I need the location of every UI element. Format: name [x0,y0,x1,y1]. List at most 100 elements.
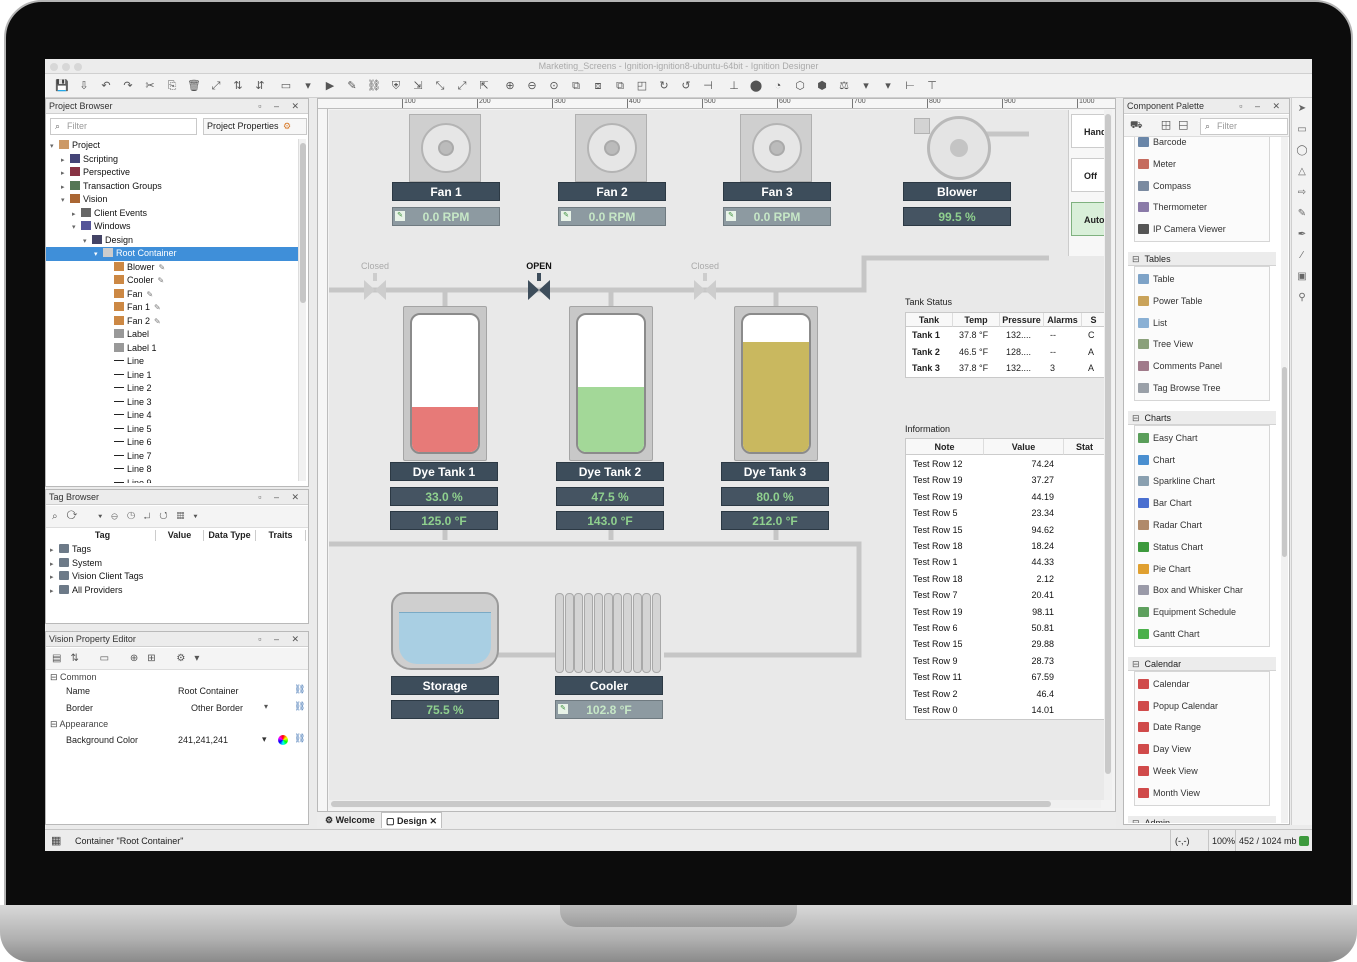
zoom-in-icon[interactable]: ⊕ [503,79,517,93]
palette-item[interactable]: Sparkline Chart [1138,470,1278,492]
tree-item[interactable]: Fan 1 ✎ [46,301,300,315]
panel-controls-icon[interactable]: ▫ – ✕ [258,632,304,647]
information-row[interactable]: Test Row 5 23.34 [906,505,1104,521]
border-property-value[interactable]: Other Border [191,703,243,713]
tree-item[interactable]: Line [46,355,300,369]
tree-scrollbar[interactable] [298,139,306,481]
expand-arrow-icon[interactable]: ▾ [50,140,59,154]
group-icon[interactable]: ⧉ [569,79,583,93]
appearance-section[interactable]: ⊟ Appearance [50,719,108,730]
edit-icon[interactable]: ✎ [561,211,571,221]
tree-item[interactable]: ▾ Root Container [46,247,300,261]
collapse-icon[interactable]: ⊟ [1132,254,1140,264]
information-row[interactable]: Test Row 6 50.81 [906,620,1104,636]
information-column-header[interactable]: Note [906,439,984,455]
eyedropper-icon[interactable]: ⚲ [1292,287,1312,308]
blower-icon[interactable] [927,116,991,180]
layer-icon[interactable]: ⧉ [613,79,627,93]
tag-column-header[interactable]: Tag [50,530,156,541]
palette-item[interactable]: Status Chart [1138,536,1278,558]
tag-folder[interactable]: ▸ All Providers [50,584,123,598]
palette-item[interactable]: Week View [1138,760,1278,782]
valve-icon[interactable] [694,280,705,300]
tree-item[interactable]: ▸ Client Events [46,207,300,221]
close-window-icon[interactable] [50,63,58,71]
information-row[interactable]: Test Row 12 74.24 [906,456,1104,472]
fan-housing[interactable] [740,114,812,182]
information-row[interactable]: Test Row 7 20.41 [906,587,1104,603]
information-row[interactable]: Test Row 9 28.73 [906,653,1104,669]
expand-arrow-icon[interactable]: ▸ [50,571,59,585]
zoom-level[interactable]: 100% [1208,830,1235,851]
information-row[interactable]: Test Row 1 44.33 [906,554,1104,570]
palette-item[interactable]: List [1138,312,1278,334]
tag-browser-toolbar[interactable]: ⌕⟳ ▾⊖◷↵↺▦▾ [46,506,308,528]
information-row[interactable]: Test Row 18 2.12 [906,571,1104,587]
valve-icon[interactable] [364,280,375,300]
tree-item[interactable]: Line 7 [46,450,300,464]
palette-item[interactable]: Gantt Chart [1138,623,1278,645]
palette-item[interactable]: Date Range [1138,716,1278,738]
palette-item[interactable]: Popup Calendar [1138,695,1278,717]
palette-item[interactable]: Easy Chart [1138,427,1278,449]
palette-group-header[interactable]: ⊟ Calendar [1128,656,1276,671]
export-icon[interactable]: ⇩ [77,79,91,93]
tag-column-header[interactable]: Traits [256,530,306,541]
expand-arrow-icon[interactable]: ▸ [72,208,81,222]
polygon-icon[interactable]: △ [1292,161,1312,182]
information-row[interactable]: Test Row 19 44.19 [906,489,1104,505]
order-icon[interactable]: ◰ [635,79,649,93]
tag-column-header[interactable]: Value [156,530,204,541]
close-icon[interactable]: ✕ [430,816,438,826]
palette-item[interactable]: Equipment Schedule [1138,601,1278,623]
anchor-icon[interactable]: ⇱ [477,79,491,93]
tree-item[interactable]: Line 3 [46,396,300,410]
shape-union-icon[interactable]: ⬡ [793,79,807,93]
shield-icon[interactable]: ⛨ [389,79,403,93]
binding-icon[interactable]: ⛓ [294,684,305,695]
tree-item[interactable]: Fan 2 ✎ [46,315,300,329]
copy-icon[interactable]: ⎘ [165,79,179,93]
panel-controls-icon[interactable]: ▫ – ✕ [258,490,304,505]
tree-item[interactable]: Cooler ✎ [46,274,300,288]
palette-item[interactable]: Meter [1138,153,1278,175]
expand-arrow-icon[interactable]: ▾ [61,194,70,208]
edit-icon[interactable]: ✎ [558,704,568,714]
palette-item[interactable]: Pie Chart [1138,558,1278,580]
palette-item[interactable]: Radar Chart [1138,514,1278,536]
chevron-down-icon[interactable]: ▾ [301,79,315,93]
pointer-icon[interactable]: ➤ [1292,98,1312,119]
palette-item[interactable]: Power Table [1138,290,1278,312]
palette-item[interactable]: Calendar [1138,673,1278,695]
rotate-cw-icon[interactable]: ↻ [657,79,671,93]
palette-item[interactable]: Month View [1138,782,1278,804]
expand-arrow-icon[interactable]: ▾ [72,221,81,235]
palette-scrollbar[interactable] [1281,137,1288,823]
tank-status-column-header[interactable]: Temp [953,313,1000,327]
grid-icon[interactable]: ▦ [51,830,61,851]
cooler-icon[interactable] [555,593,663,673]
window-icon[interactable]: ▭ [279,79,293,93]
palette-group-header[interactable]: ⊟ Charts [1128,410,1276,425]
preview-icon[interactable]: ▶ [323,79,337,93]
expand-arrow-icon[interactable]: ▸ [50,585,59,599]
information-row[interactable]: Test Row 0 14.01 [906,702,1104,718]
tree-item[interactable]: ▸ Transaction Groups [46,180,300,194]
align-center-icon[interactable]: ⊢ [903,79,917,93]
information-row[interactable]: Test Row 18 18.24 [906,538,1104,554]
palette-item[interactable]: Chart [1138,449,1278,471]
canvas-horizontal-scrollbar[interactable] [329,800,1101,808]
name-property-value[interactable]: Root Container [178,686,239,696]
stroke-icon[interactable]: ◔ [771,79,785,93]
shape-icon[interactable]: ▭ [1292,119,1312,140]
chevron-down-icon[interactable]: ▾ [881,79,895,93]
palette-item[interactable]: Tag Browse Tree [1138,377,1278,399]
align-bottom-icon[interactable]: ⊥ [727,79,741,93]
expand-arrow-icon[interactable]: ▾ [83,235,92,249]
distribute-icon[interactable]: ⇵ [253,79,267,93]
ungroup-icon[interactable]: ⧈ [591,79,605,93]
pencil-icon[interactable]: ✎ [1292,203,1312,224]
binding-icon[interactable]: ⛓ [294,701,305,712]
tree-item[interactable]: Line 9 [46,477,300,483]
palette-filter-input[interactable]: ⌕ Filter [1200,118,1288,135]
